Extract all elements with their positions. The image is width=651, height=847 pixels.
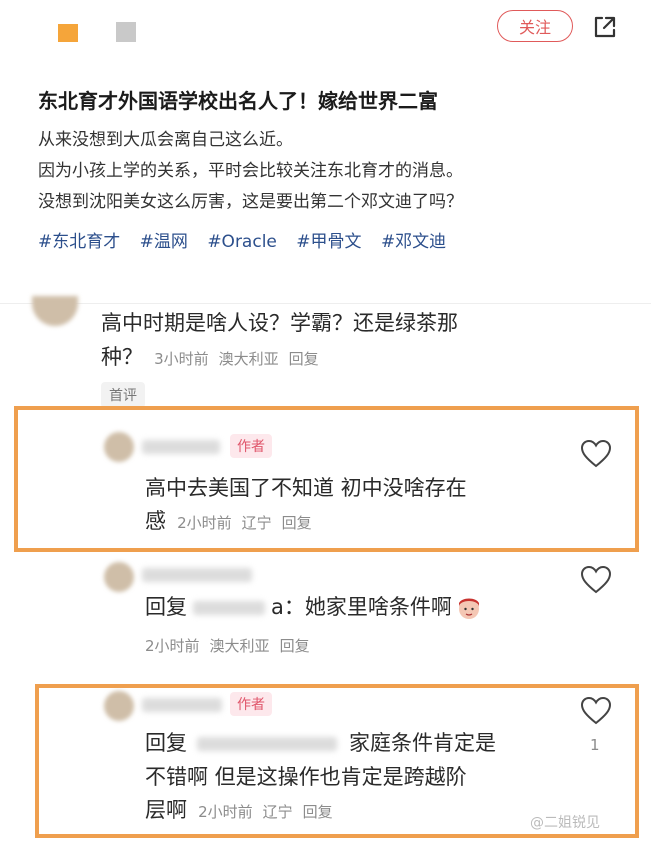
comment-text: 高中时期是啥人设？学霸？还是绿茶那: [101, 311, 458, 335]
watermark: @二姐锐见: [530, 815, 600, 831]
heart-icon[interactable]: [580, 696, 612, 726]
like-count: 1: [590, 736, 600, 754]
comment-text: 层啊: [145, 798, 187, 822]
reply-prefix: 回复: [145, 731, 187, 755]
hashtag-link[interactable]: #Oracle: [207, 232, 277, 252]
divider: [0, 303, 651, 304]
author-tag: 作者: [230, 692, 272, 716]
heart-icon[interactable]: [580, 439, 612, 469]
username-blurred: [193, 600, 265, 615]
comment-time: 2小时前: [145, 637, 200, 655]
hashtag-link[interactable]: #温网: [140, 232, 188, 252]
hashtag-link[interactable]: #邓文迪: [381, 232, 446, 252]
comment-time: 2小时前: [177, 514, 232, 532]
username-blurred: [142, 440, 220, 454]
emoji-icon: [458, 598, 479, 619]
comment-location: 辽宁: [262, 803, 293, 821]
comment-line: 回复 家庭条件肯定是: [145, 726, 496, 761]
reply-button[interactable]: 回复: [303, 803, 333, 821]
comment-text: 高中去美国了不知道 初中没啥存在: [145, 476, 467, 500]
post-title: 东北育才外国语学校出名人了！嫁给世界二富: [38, 89, 438, 113]
follow-button[interactable]: 关注: [497, 10, 573, 42]
comment-meta: 2小时前 辽宁 回复: [177, 514, 322, 532]
comment-text: 不错啊 但是这操作也肯定是跨越阶: [145, 765, 467, 789]
author-tag: 作者: [230, 434, 272, 458]
comment-line: 层啊 2小时前 辽宁 回复: [145, 793, 343, 828]
avatar: [104, 691, 134, 721]
comment-line: 感 2小时前 辽宁 回复: [145, 504, 322, 539]
comment-location: 澳大利亚: [209, 637, 270, 655]
comment-time: 2小时前: [198, 803, 253, 821]
username-blurred: [142, 698, 222, 712]
post-line: 没想到沈阳美女这么厉害，这是要出第二个邓文迪了吗？: [38, 192, 463, 212]
share-icon[interactable]: [592, 14, 618, 40]
username-blurred: [142, 568, 252, 582]
comment-meta: 3小时前 澳大利亚 回复: [154, 350, 329, 368]
hashtag-link[interactable]: #东北育才: [38, 232, 120, 252]
comment-line: 回复 a：她家里啥条件啊: [145, 590, 482, 625]
comment-text: 家庭条件肯定是: [349, 731, 496, 755]
post-line: 从来没想到大瓜会离自己这么近。: [38, 130, 293, 150]
reply-button[interactable]: 回复: [280, 637, 310, 655]
comment-text: 种？: [101, 345, 143, 369]
username-blurred: [197, 736, 337, 751]
hashtag-link[interactable]: #甲骨文: [296, 232, 361, 252]
avatar: [104, 432, 134, 462]
avatar: [32, 296, 78, 326]
comment-location: 澳大利亚: [218, 350, 279, 368]
comment-location: 辽宁: [241, 514, 272, 532]
comment-text: 感: [145, 509, 166, 533]
post-line: 因为小孩上学的关系，平时会比较关注东北育才的消息。: [38, 161, 463, 181]
comment-meta: 2小时前 辽宁 回复: [198, 803, 343, 821]
reply-button[interactable]: 回复: [282, 514, 312, 532]
comment-line: 种？ 3小时前 澳大利亚 回复: [101, 340, 329, 375]
heart-icon[interactable]: [580, 565, 612, 595]
first-comment-badge: 首评: [101, 382, 145, 408]
reply-button[interactable]: 回复: [289, 350, 319, 368]
avatar: [104, 562, 134, 592]
comment-text: a：她家里啥条件啊: [271, 595, 452, 619]
hashtag-list: #东北育才 #温网 #Oracle #甲骨文 #邓文迪: [38, 227, 460, 252]
avatar-blurred: [58, 24, 78, 42]
username-blurred: [116, 22, 136, 42]
comment-time: 3小时前: [154, 350, 209, 368]
post-body: 从来没想到大瓜会离自己这么近。 因为小孩上学的关系，平时会比较关注东北育才的消息…: [38, 125, 463, 218]
comment-meta: 2小时前 澳大利亚 回复: [145, 635, 320, 656]
reply-prefix: 回复: [145, 595, 187, 619]
